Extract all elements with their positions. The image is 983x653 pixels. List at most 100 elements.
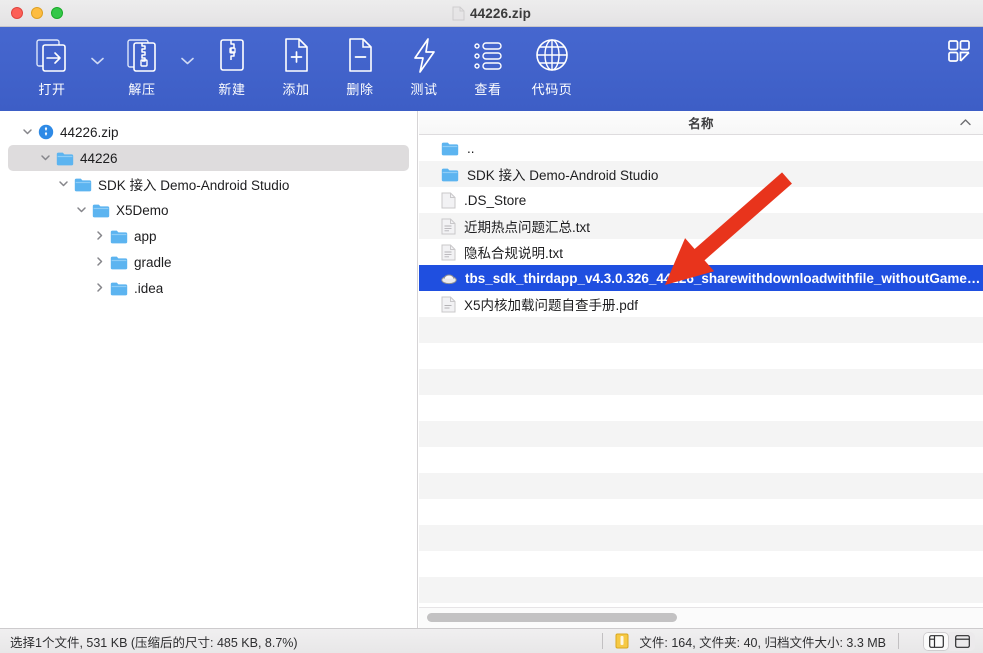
- chevron-right-icon[interactable]: [94, 230, 105, 241]
- toolbar-label-delete: 删除: [346, 82, 374, 97]
- chevron-down-icon: [90, 57, 104, 65]
- chevron-right-icon[interactable]: [94, 282, 105, 293]
- file-list-row[interactable]: SDK 接入 Demo-Android Studio: [419, 161, 983, 187]
- status-bar: 选择1个文件, 531 KB (压缩后的尺寸: 485 KB, 8.7%) 文件…: [0, 628, 983, 653]
- file-list-empty-row: [419, 421, 983, 447]
- archive-icon: [38, 124, 54, 140]
- open-dropdown-caret[interactable]: [84, 39, 110, 83]
- tree-item-label: .idea: [134, 280, 164, 296]
- text-file-icon: [441, 244, 456, 261]
- tree-item[interactable]: .idea: [8, 275, 409, 301]
- chevron-down-icon[interactable]: [40, 152, 51, 163]
- archive-title-icon: [452, 6, 465, 20]
- tree-disclosure-toggle[interactable]: [88, 281, 110, 296]
- horizontal-scrollbar-track[interactable]: [419, 607, 983, 628]
- tree-disclosure-toggle[interactable]: [88, 229, 110, 244]
- toolbar-label-open: 打开: [38, 82, 66, 97]
- yellow-folder-icon: [615, 633, 629, 649]
- zoom-button[interactable]: [51, 7, 63, 19]
- tree-disclosure-toggle[interactable]: [34, 151, 56, 166]
- file-name-label: X5内核加载问题自查手册.pdf: [464, 298, 639, 313]
- view-list-icon: [469, 33, 507, 77]
- archive-icon: [38, 124, 54, 140]
- file-list-empty-row: [419, 447, 983, 473]
- horizontal-scrollbar-thumb[interactable]: [427, 613, 677, 622]
- toolbar-label-add: 添加: [282, 82, 310, 97]
- tree-item[interactable]: app: [8, 223, 409, 249]
- file-name-label: tbs_sdk_thirdapp_v4.3.0.326_44226_sharew…: [465, 270, 983, 286]
- folder-icon: [441, 168, 459, 181]
- tree-item[interactable]: X5Demo: [8, 197, 409, 223]
- file-list-empty-row: [419, 343, 983, 369]
- toolbar-button-codepage[interactable]: 代码页: [520, 33, 584, 98]
- toolbar-label-codepage: 代码页: [531, 82, 573, 97]
- folder-icon: [56, 152, 74, 165]
- toolbar-button-extract[interactable]: 解压: [110, 33, 174, 98]
- file-name-label: 近期热点问题汇总.txt: [464, 220, 591, 235]
- codepage-globe-icon: [533, 33, 571, 77]
- toolbar-button-view[interactable]: 查看: [456, 33, 520, 98]
- tree-disclosure-toggle[interactable]: [16, 125, 38, 140]
- toolbar-button-open[interactable]: 打开: [20, 33, 84, 98]
- chevron-down-icon[interactable]: [58, 178, 69, 189]
- toolbar-label-view: 查看: [474, 82, 502, 97]
- generic-file-icon: [441, 192, 456, 209]
- toolbar-button-delete[interactable]: 删除: [328, 33, 392, 98]
- folder-icon: [74, 178, 92, 191]
- qr-grid-icon[interactable]: [947, 39, 971, 63]
- tree-item[interactable]: SDK 接入 Demo-Android Studio: [8, 171, 409, 197]
- chevron-down-icon[interactable]: [22, 126, 33, 137]
- chevron-down-icon[interactable]: [76, 204, 87, 215]
- window-controls[interactable]: [11, 7, 63, 19]
- tree-disclosure-toggle[interactable]: [52, 177, 74, 192]
- tree-item[interactable]: gradle: [8, 249, 409, 275]
- chevron-right-icon[interactable]: [94, 256, 105, 267]
- file-list-empty-row: [419, 317, 983, 343]
- toolbar-button-test[interactable]: 测试: [392, 33, 456, 98]
- extract-archive-icon: [123, 33, 161, 77]
- sort-ascending-icon[interactable]: [960, 117, 971, 128]
- folder-icon: [110, 255, 128, 270]
- test-archive-icon: [405, 33, 443, 77]
- tree-item-label: SDK 接入 Demo-Android Studio: [98, 178, 290, 193]
- file-list-pane[interactable]: 名称 .. SDK 接入 Demo-Android Studio .DS_Store…: [419, 111, 983, 628]
- file-list-row[interactable]: X5内核加载问题自查手册.pdf: [419, 291, 983, 317]
- close-button[interactable]: [11, 7, 23, 19]
- status-divider-2: [898, 633, 899, 649]
- file-list-empty-row: [419, 395, 983, 421]
- file-list-rows: .. SDK 接入 Demo-Android Studio .DS_Store 近期热…: [419, 135, 983, 603]
- generic-file-icon: [441, 192, 456, 208]
- toolbar-button-add[interactable]: 添加: [264, 33, 328, 98]
- file-list-empty-row: [419, 577, 983, 603]
- extract-dropdown-caret[interactable]: [174, 39, 200, 83]
- tree-disclosure-toggle[interactable]: [88, 255, 110, 270]
- tree-item-label: 44226: [80, 150, 118, 166]
- tree-item-label: 44226.zip: [60, 124, 119, 140]
- title-bar: 44226.zip: [0, 0, 983, 27]
- file-list-row[interactable]: tbs_sdk_thirdapp_v4.3.0.326_44226_sharew…: [419, 265, 983, 291]
- main-content: 44226.zip 44226 SDK 接入 Demo-Android Studio…: [0, 111, 983, 628]
- split-view-icon[interactable]: [923, 631, 949, 651]
- tree-disclosure-toggle[interactable]: [70, 203, 92, 218]
- file-name-label: ..: [467, 140, 475, 156]
- file-list-empty-row: [419, 499, 983, 525]
- file-list-empty-row: [419, 473, 983, 499]
- file-list-row[interactable]: ..: [419, 135, 983, 161]
- tree-item[interactable]: 44226: [8, 145, 409, 171]
- file-list-row[interactable]: 近期热点问题汇总.txt: [419, 213, 983, 239]
- tree-item-label: gradle: [134, 254, 172, 270]
- file-list-row[interactable]: .DS_Store: [419, 187, 983, 213]
- list-view-icon[interactable]: [949, 631, 975, 651]
- text-file-icon: [441, 218, 456, 235]
- tree-item[interactable]: 44226.zip: [8, 119, 409, 145]
- pdf-file-icon: [441, 296, 456, 312]
- file-list-header[interactable]: 名称: [419, 111, 983, 135]
- file-list-row[interactable]: 隐私合规说明.txt: [419, 239, 983, 265]
- toolbar-button-new[interactable]: 新建: [200, 33, 264, 98]
- view-mode-toggle[interactable]: [923, 631, 975, 651]
- folder-tree-sidebar[interactable]: 44226.zip 44226 SDK 接入 Demo-Android Studio…: [0, 111, 418, 628]
- column-header-name[interactable]: 名称: [688, 113, 714, 132]
- minimize-button[interactable]: [31, 7, 43, 19]
- new-archive-icon: [213, 33, 251, 77]
- add-file-icon: [277, 33, 315, 77]
